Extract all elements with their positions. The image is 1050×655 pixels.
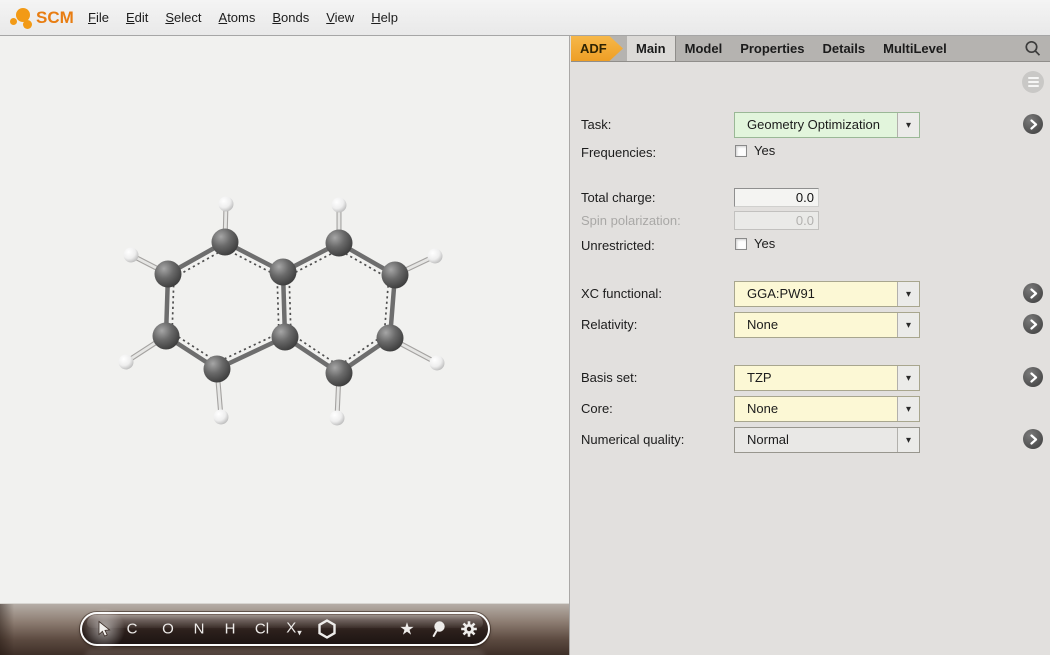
frequencies-checkbox[interactable]	[735, 145, 747, 157]
numerical-quality-label: Numerical quality:	[581, 427, 731, 453]
numerical-quality-details-button[interactable]	[1023, 429, 1043, 449]
tab-bar: ADF Main Model Properties Details MultiL…	[571, 36, 1050, 62]
element-cl-button[interactable]: Cl	[255, 622, 269, 637]
atom-C5[interactable]	[272, 324, 299, 351]
search-icon[interactable]	[1023, 39, 1043, 59]
tab-model[interactable]: Model	[676, 36, 732, 61]
atom-C1[interactable]	[212, 229, 239, 256]
relativity-dropdown[interactable]: None ▾	[734, 312, 920, 338]
element-n-button[interactable]: N	[194, 622, 205, 637]
frequencies-label: Frequencies:	[581, 143, 731, 162]
atom-C8[interactable]	[382, 262, 409, 289]
frequencies-checkbox-label: Yes	[754, 144, 775, 158]
main-tab-content: Task: Geometry Optimization ▾ Frequencie…	[571, 62, 1050, 655]
atom-H4[interactable]	[214, 410, 229, 425]
unrestricted-checkbox[interactable]	[735, 238, 747, 250]
atom-H6[interactable]	[428, 249, 443, 264]
dropdown-arrow-icon[interactable]: ▾	[897, 366, 919, 390]
atom-H3[interactable]	[119, 355, 134, 370]
dropdown-arrow-icon[interactable]: ▾	[897, 397, 919, 421]
adf-input-panel: ADF Main Model Properties Details MultiL…	[571, 36, 1050, 655]
balloon-icon[interactable]	[432, 621, 447, 638]
spin-polarization-input	[734, 211, 819, 230]
task-label: Task:	[581, 112, 731, 138]
pointer-tool-icon[interactable]	[97, 621, 111, 638]
menu-bar: SCM File Edit Select Atoms Bonds View He…	[0, 0, 1050, 36]
chevron-down-icon: ▾	[297, 628, 302, 638]
atom-C3[interactable]	[153, 323, 180, 350]
element-picker-button[interactable]: X▾	[286, 621, 302, 638]
xc-functional-label: XC functional:	[581, 281, 731, 307]
dropdown-arrow-icon[interactable]: ▾	[897, 313, 919, 337]
relativity-details-button[interactable]	[1023, 314, 1043, 334]
basis-set-dropdown[interactable]: TZP ▾	[734, 365, 920, 391]
molecule-drawing[interactable]	[0, 36, 570, 603]
task-details-button[interactable]	[1023, 114, 1043, 134]
atom-C2[interactable]	[155, 261, 182, 288]
scm-logo: SCM	[8, 5, 74, 31]
element-c-button[interactable]: C	[127, 622, 138, 637]
core-dropdown[interactable]: None ▾	[734, 396, 920, 422]
atom-C6[interactable]	[270, 259, 297, 286]
scm-adf-window: SCM File Edit Select Atoms Bonds View He…	[0, 0, 1050, 655]
spin-polarization-label: Spin polarization:	[581, 211, 731, 230]
menu-bonds[interactable]: Bonds	[270, 8, 311, 27]
scm-logo-text: SCM	[36, 8, 74, 28]
menu-help[interactable]: Help	[369, 8, 400, 27]
molecule-viewport[interactable]: C O N H Cl X▾ ★	[0, 36, 570, 655]
builder-toolbar: C O N H Cl X▾ ★	[80, 612, 490, 646]
star-icon[interactable]: ★	[399, 621, 414, 638]
tab-main[interactable]: Main	[627, 36, 676, 61]
total-charge-input[interactable]	[734, 188, 819, 207]
atom-H8[interactable]	[330, 411, 345, 426]
basis-set-label: Basis set:	[581, 365, 731, 391]
dropdown-arrow-icon[interactable]: ▾	[897, 113, 919, 137]
scm-logo-icon	[8, 5, 36, 31]
toolbar-reflection	[84, 650, 486, 655]
atom-C9[interactable]	[377, 325, 404, 352]
structure-hexagon-icon[interactable]	[318, 619, 337, 639]
viewport-bottom-band: C O N H Cl X▾ ★	[0, 603, 570, 655]
tab-details[interactable]: Details	[814, 36, 875, 61]
menu-items: File Edit Select Atoms Bonds View Help	[86, 8, 400, 27]
relativity-label: Relativity:	[581, 312, 731, 338]
xc-functional-dropdown[interactable]: GGA:PW91 ▾	[734, 281, 920, 307]
atom-H1[interactable]	[219, 197, 234, 212]
menu-edit[interactable]: Edit	[124, 8, 150, 27]
panel-menu-button[interactable]	[1022, 71, 1044, 93]
menu-select[interactable]: Select	[163, 8, 203, 27]
menu-view[interactable]: View	[324, 8, 356, 27]
atom-C7[interactable]	[326, 230, 353, 257]
atom-H7[interactable]	[430, 356, 445, 371]
element-o-button[interactable]: O	[162, 622, 174, 637]
gear-icon[interactable]	[460, 620, 478, 638]
atom-H5[interactable]	[332, 198, 347, 213]
menu-file[interactable]: File	[86, 8, 111, 27]
atom-H2[interactable]	[124, 248, 139, 263]
tab-properties[interactable]: Properties	[731, 36, 813, 61]
unrestricted-checkbox-label: Yes	[754, 237, 775, 251]
basis-set-details-button[interactable]	[1023, 367, 1043, 387]
tab-multilevel[interactable]: MultiLevel	[874, 36, 956, 61]
menu-atoms[interactable]: Atoms	[217, 8, 258, 27]
numerical-quality-dropdown[interactable]: Normal ▾	[734, 427, 920, 453]
dropdown-arrow-icon[interactable]: ▾	[897, 282, 919, 306]
total-charge-label: Total charge:	[581, 188, 731, 207]
element-h-button[interactable]: H	[225, 622, 236, 637]
atom-C4[interactable]	[204, 356, 231, 383]
xc-functional-details-button[interactable]	[1023, 283, 1043, 303]
dropdown-arrow-icon[interactable]: ▾	[897, 428, 919, 452]
unrestricted-label: Unrestricted:	[581, 236, 731, 255]
atom-C10[interactable]	[326, 360, 353, 387]
core-label: Core:	[581, 396, 731, 422]
task-dropdown[interactable]: Geometry Optimization ▾	[734, 112, 920, 138]
adf-menu-tab[interactable]: ADF	[571, 36, 623, 61]
